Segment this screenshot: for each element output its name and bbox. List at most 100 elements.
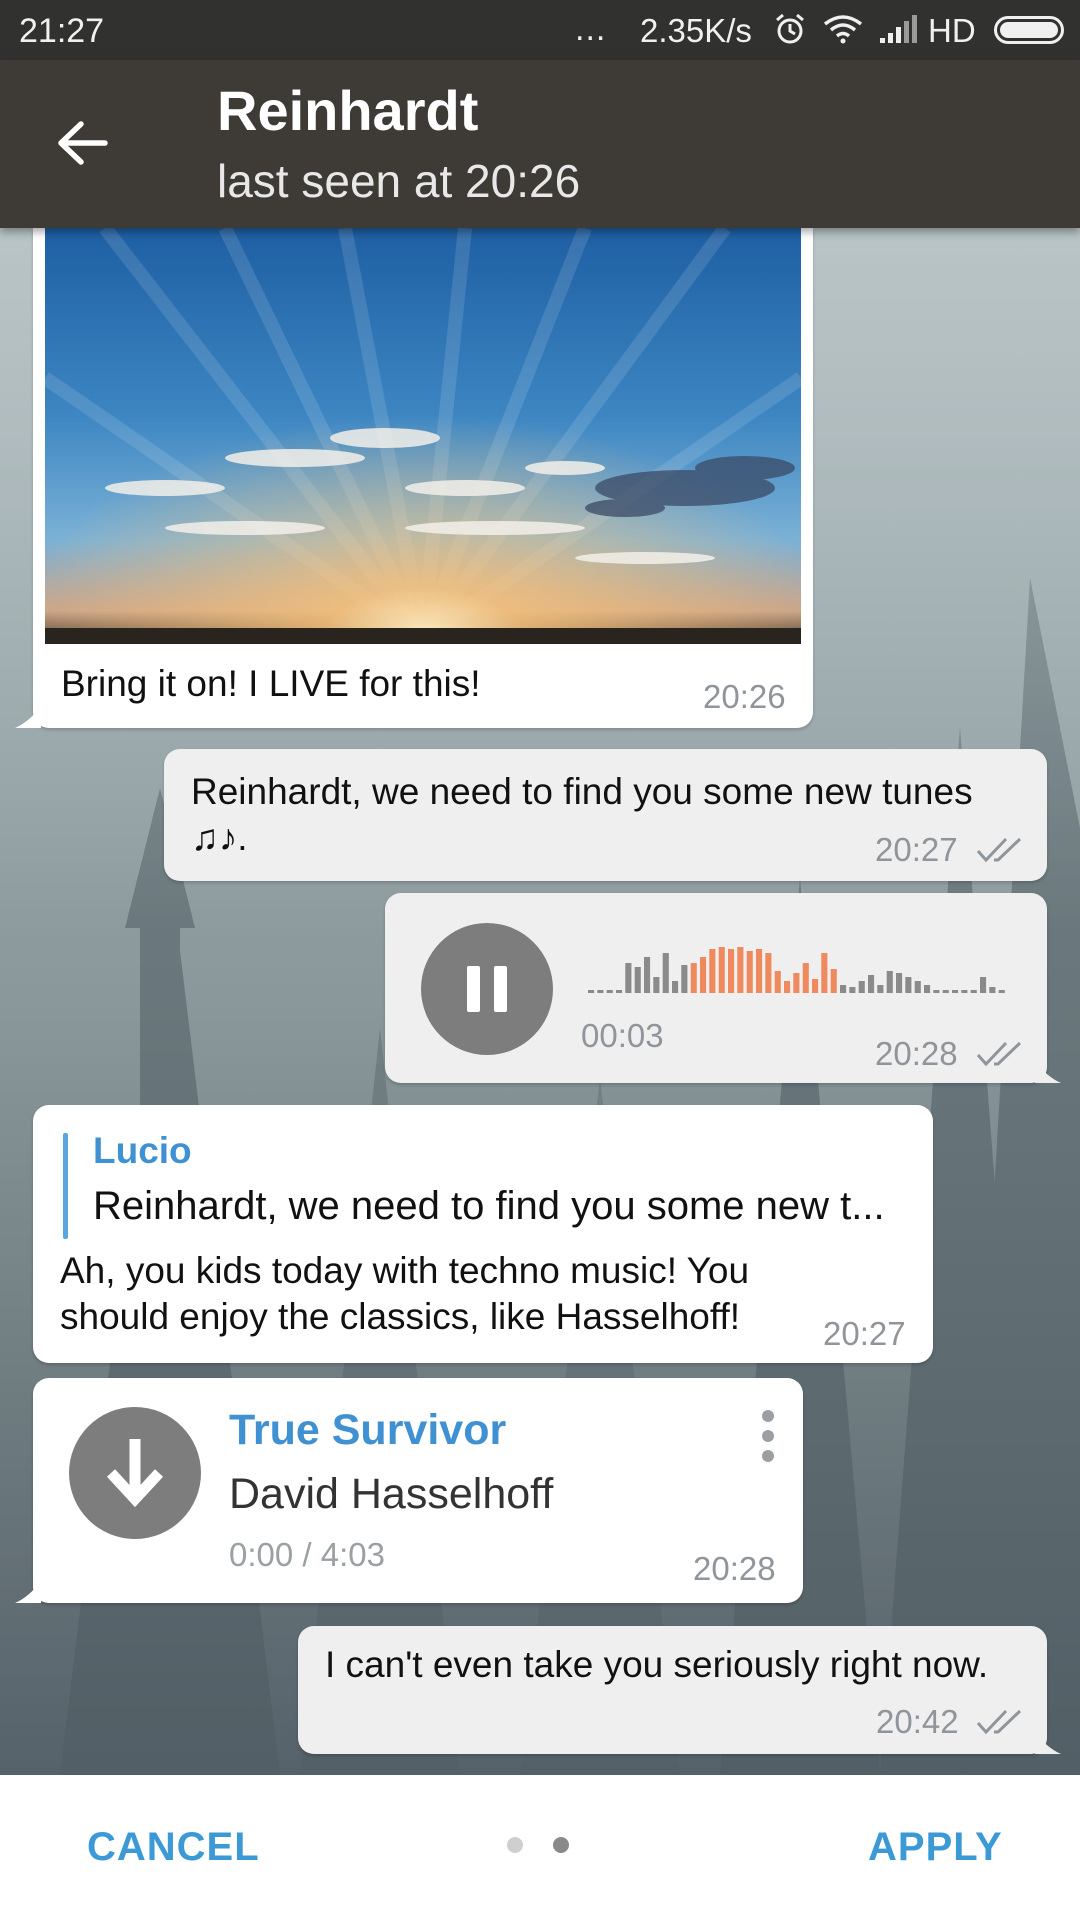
more-notifications-icon: ...: [575, 10, 607, 48]
waveform-bar: [737, 947, 744, 993]
audio-title: True Survivor: [229, 1406, 507, 1454]
waveform-bar: [634, 967, 641, 993]
pause-icon: [494, 966, 507, 1012]
waveform-bar: [989, 987, 996, 993]
waveform-bar: [793, 973, 800, 993]
message-time: 20:27: [823, 1315, 906, 1352]
voice-duration: 00:03: [581, 1017, 664, 1054]
message-time: 20:28: [693, 1550, 776, 1587]
waveform-bar: [756, 949, 763, 993]
waveform-bar: [662, 953, 669, 993]
waveform-bar: [970, 990, 977, 993]
message-text-line2: ♫♪.: [191, 817, 248, 858]
waveform-bar: [812, 979, 819, 993]
bottom-action-bar: CANCEL APPLY: [0, 1775, 1080, 1920]
waveform-bar: [980, 977, 987, 993]
message-time: 20:28: [875, 1035, 958, 1072]
voice-message-bubble[interactable]: 00:03 20:28: [385, 893, 1061, 1083]
quote-bar: [63, 1133, 68, 1239]
waveform-bar: [765, 953, 772, 993]
apply-button[interactable]: APPLY: [868, 1825, 1003, 1870]
bubble-tail: [1035, 1732, 1061, 1754]
pause-icon: [467, 966, 480, 1012]
read-receipt-icon: [976, 1041, 1022, 1067]
waveform-bar: [774, 971, 781, 993]
waveform-bar: [709, 949, 716, 993]
waveform-bar: [728, 949, 735, 993]
page-indicator-dot[interactable]: [507, 1837, 523, 1853]
waveform-bar: [690, 963, 697, 993]
message-time: 20:26: [703, 678, 786, 715]
message-time: 20:42: [876, 1703, 959, 1740]
waveform-bar: [849, 987, 856, 993]
download-button[interactable]: [69, 1407, 201, 1539]
waveform-bar: [914, 981, 921, 993]
waveform-bar: [672, 981, 679, 993]
network-type: HD: [928, 12, 976, 49]
alarm-icon: [776, 13, 804, 44]
cancel-button[interactable]: CANCEL: [87, 1825, 260, 1870]
message-text-line2: should enjoy the classics, like Hasselho…: [60, 1296, 741, 1337]
network-speed: 2.35K/s: [640, 12, 752, 49]
waveform-bar: [830, 969, 837, 993]
waveform-bar: [700, 957, 707, 993]
waveform-bar: [588, 990, 595, 993]
status-bar: 21:27 ... 2.35K/s HD: [0, 0, 1080, 60]
message-bubble-outgoing[interactable]: Reinhardt, we need to find you some new …: [164, 749, 1047, 881]
waveform-bar: [896, 973, 903, 993]
battery-icon: [994, 16, 1064, 44]
chat-background: Bring it on! I LIVE for this! 20:26 Rein…: [0, 228, 1080, 1775]
page-indicator-dot-active[interactable]: [553, 1837, 569, 1853]
bubble-tail: [15, 1581, 41, 1603]
waveform-bar: [802, 963, 809, 993]
status-time: 21:27: [19, 12, 105, 50]
waveform-bar: [616, 990, 623, 993]
bubble-tail: [1035, 1061, 1061, 1083]
audio-message-bubble[interactable]: True Survivor David Hasselhoff 0:00 / 4:…: [15, 1378, 803, 1603]
message-text-line1: Reinhardt, we need to find you some new …: [191, 771, 973, 812]
contact-name[interactable]: Reinhardt: [217, 78, 478, 143]
quote-text[interactable]: Reinhardt, we need to find you some new …: [93, 1184, 885, 1229]
audio-artist: David Hasselhoff: [229, 1470, 554, 1518]
waveform-bar: [606, 990, 613, 993]
waveform-bar: [653, 977, 660, 993]
more-options-icon[interactable]: [760, 1410, 776, 1462]
message-text-line1: Ah, you kids today with techno music! Yo…: [60, 1250, 750, 1291]
message-text: Bring it on! I LIVE for this!: [61, 663, 481, 704]
voice-waveform[interactable]: [588, 945, 1008, 993]
waveform-bar: [858, 981, 865, 993]
message-text: I can't even take you seriously right no…: [325, 1644, 989, 1685]
waveform-bar: [877, 985, 884, 993]
back-arrow-icon[interactable]: [55, 118, 110, 168]
waveform-bar: [821, 953, 828, 993]
message-bubble-outgoing[interactable]: I can't even take you seriously right no…: [298, 1626, 1061, 1754]
message-photo-bubble[interactable]: Bring it on! I LIVE for this! 20:26: [15, 228, 813, 728]
waveform-bar: [840, 985, 847, 993]
read-receipt-icon: [976, 1709, 1022, 1735]
waveform-bar: [998, 990, 1005, 993]
audio-progress-text: 0:00 / 4:03: [229, 1536, 385, 1573]
pause-button[interactable]: [421, 923, 553, 1055]
waveform-bar: [952, 990, 959, 993]
waveform-bar: [625, 963, 632, 993]
wifi-icon: [823, 15, 863, 44]
waveform-bar: [868, 975, 875, 993]
waveform-bar: [886, 971, 893, 993]
waveform-bar: [961, 990, 968, 993]
download-arrow-icon: [106, 1439, 164, 1508]
waveform-bar: [681, 965, 688, 993]
reply-message-bubble[interactable]: Lucio Reinhardt, we need to find you som…: [33, 1105, 933, 1363]
signal-icon: [880, 15, 917, 43]
waveform-bar: [746, 951, 753, 993]
waveform-bar: [933, 990, 940, 993]
last-seen-status: last seen at 20:26: [217, 155, 581, 207]
message-time: 20:27: [875, 831, 958, 868]
sky-sunrise-photo[interactable]: [45, 228, 801, 644]
waveform-bar: [905, 977, 912, 993]
waveform-bar: [784, 981, 791, 993]
waveform-bar: [718, 947, 725, 993]
quote-author[interactable]: Lucio: [93, 1130, 192, 1172]
waveform-bar: [644, 957, 651, 993]
waveform-bar: [942, 990, 949, 993]
waveform-bar: [597, 990, 604, 993]
